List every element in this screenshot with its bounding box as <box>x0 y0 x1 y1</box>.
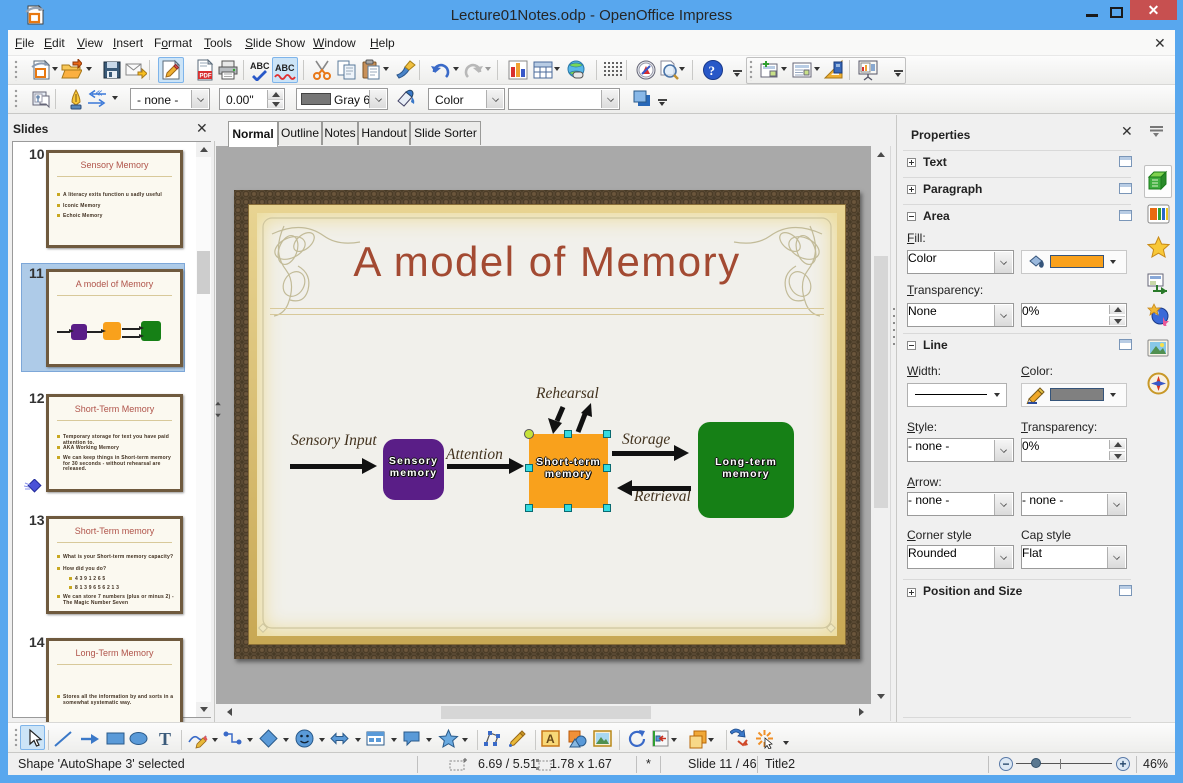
svg-text:T: T <box>159 729 171 749</box>
svg-text:?: ? <box>709 63 716 78</box>
svg-text:ABC: ABC <box>250 61 270 71</box>
svg-text:ABC: ABC <box>275 63 295 73</box>
svg-text:PDF: PDF <box>200 74 212 80</box>
svg-text:A: A <box>546 732 555 746</box>
